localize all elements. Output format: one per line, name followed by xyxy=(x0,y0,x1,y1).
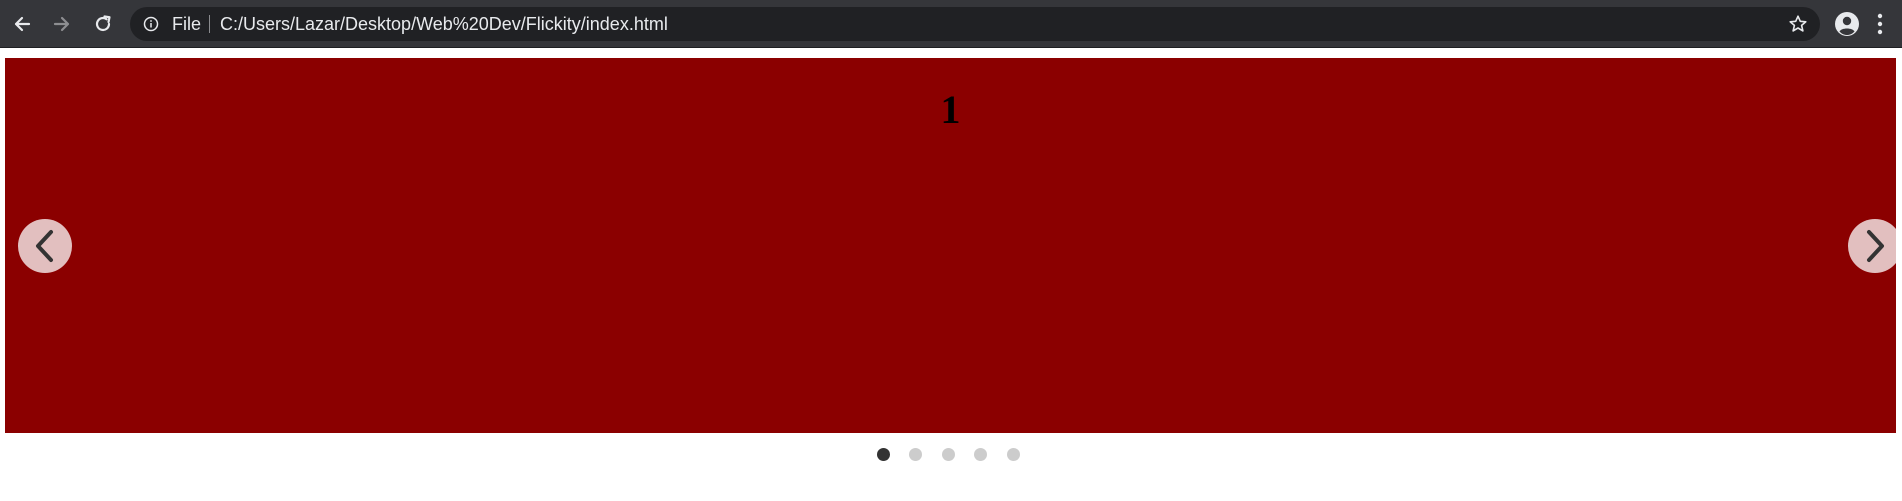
page-dot[interactable] xyxy=(974,448,987,461)
omnibox-separator xyxy=(209,15,210,33)
browser-toolbar: File C:/Users/Lazar/Desktop/Web%20Dev/Fl… xyxy=(0,0,1902,48)
slide-number: 1 xyxy=(940,87,961,132)
star-icon[interactable] xyxy=(1788,14,1808,34)
page-dot[interactable] xyxy=(876,448,890,461)
chevron-left-icon xyxy=(36,230,53,262)
page-dot[interactable] xyxy=(941,448,955,461)
vertical-dots-icon[interactable] xyxy=(1876,12,1884,36)
url-text[interactable]: C:/Users/Lazar/Desktop/Web%20Dev/Flickit… xyxy=(220,7,668,41)
url-scheme-label: File xyxy=(172,14,202,34)
chevron-right-icon xyxy=(1867,230,1884,262)
account-circle-icon[interactable] xyxy=(1834,11,1860,37)
back-button[interactable] xyxy=(6,8,38,40)
page-dots xyxy=(0,448,1902,462)
info-icon[interactable] xyxy=(143,16,159,32)
forward-button[interactable] xyxy=(46,8,78,40)
address-bar[interactable]: File C:/Users/Lazar/Desktop/Web%20Dev/Fl… xyxy=(130,7,1820,41)
reload-button[interactable] xyxy=(87,8,119,40)
page-dot[interactable] xyxy=(909,448,922,461)
carousel-viewport[interactable]: 1 xyxy=(5,58,1902,433)
arrow-right-icon xyxy=(53,16,70,32)
next-slide-button[interactable] xyxy=(1848,219,1902,273)
reload-icon xyxy=(95,15,111,32)
previous-slide-button[interactable] xyxy=(18,219,72,273)
page-dot[interactable] xyxy=(1006,448,1020,461)
arrow-left-icon xyxy=(14,16,31,32)
